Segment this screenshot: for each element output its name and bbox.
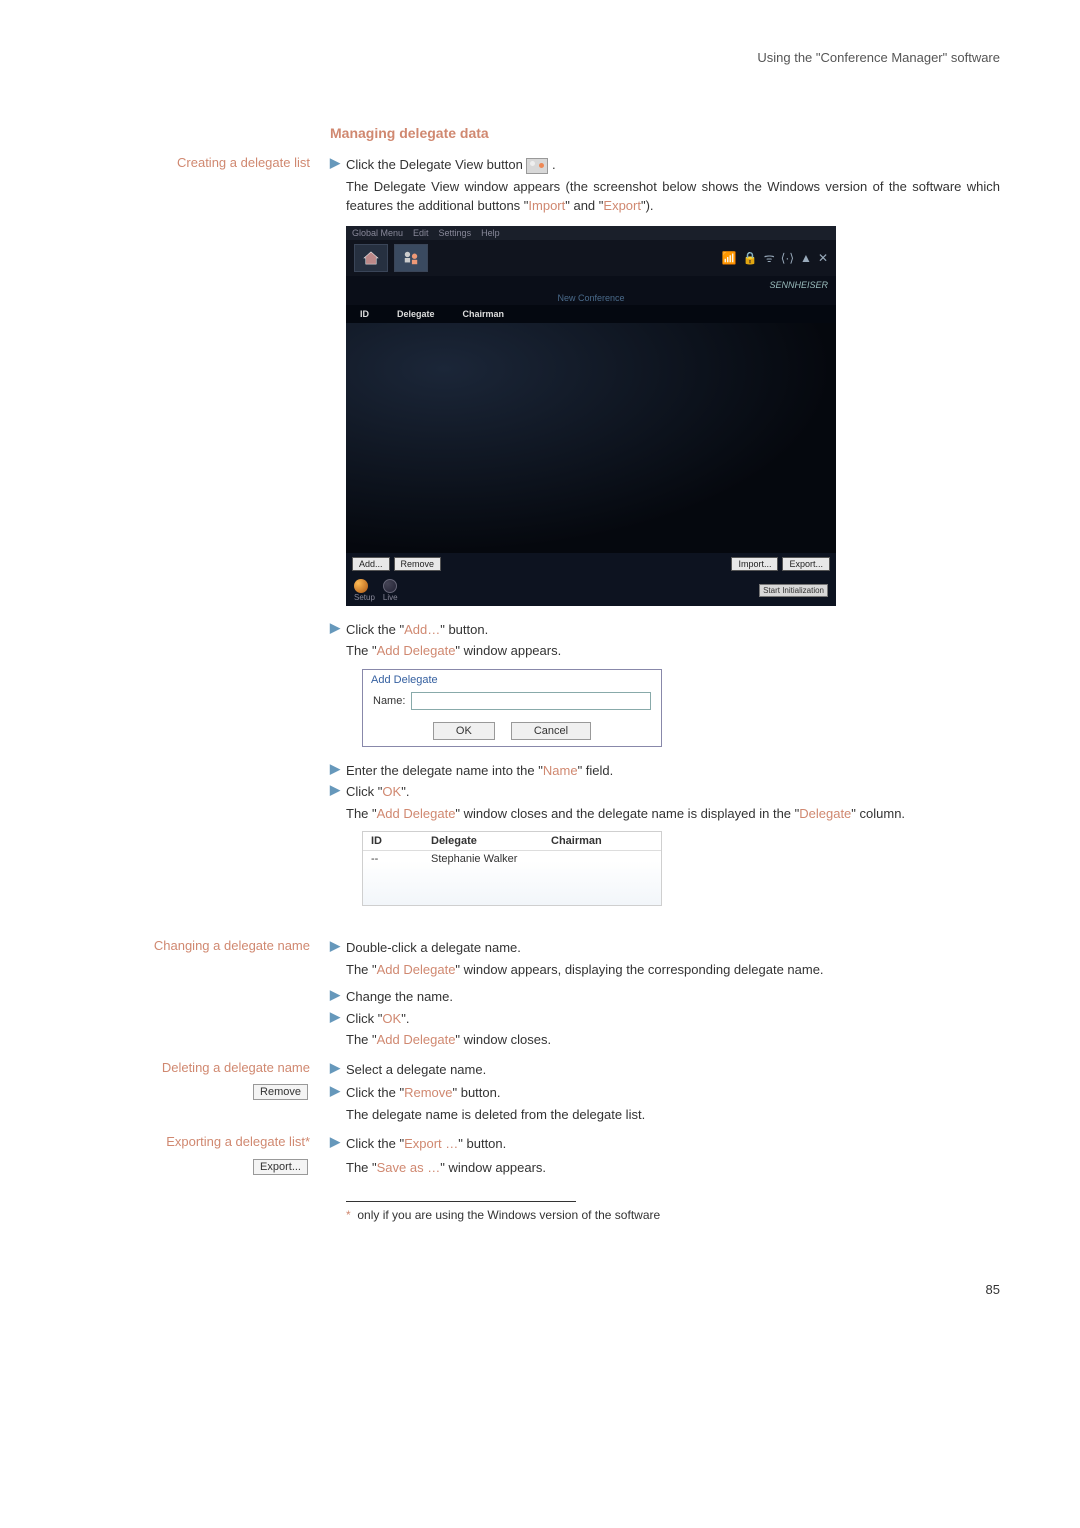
remove-side-button: Remove xyxy=(253,1084,308,1100)
bullet-arrow-icon: ▶ xyxy=(330,620,346,640)
lock-icon[interactable]: 🔒 xyxy=(743,251,758,265)
menu-global[interactable]: Global Menu xyxy=(352,228,403,238)
step-note: The Delegate View window appears (the sc… xyxy=(346,177,1000,216)
bullet-arrow-icon: ▶ xyxy=(330,1009,346,1029)
col-delegate: Delegate xyxy=(383,309,449,319)
bullet-arrow-icon: ▶ xyxy=(330,761,346,781)
step-note: The "Add Delegate" window closes and the… xyxy=(346,804,1000,824)
col-id: ID xyxy=(371,835,431,847)
bullet-arrow-icon: ▶ xyxy=(330,987,346,1007)
brand-logo: SENNHEISER xyxy=(769,280,828,290)
cell-name: Stephanie Walker xyxy=(431,853,551,865)
running-head: Using the "Conference Manager" software xyxy=(60,50,1000,65)
footnote: * only if you are using the Windows vers… xyxy=(346,1208,1000,1222)
step-text: Change the name. xyxy=(346,987,1000,1007)
step-text: Click "OK". xyxy=(346,782,1000,802)
menubar: Global Menu Edit Settings Help xyxy=(346,226,836,240)
footnote-rule xyxy=(346,1201,576,1202)
step-note: The delegate name is deleted from the de… xyxy=(346,1105,1000,1125)
col-chairman: Chairman xyxy=(551,835,602,847)
warning-icon[interactable]: ▲ xyxy=(800,251,812,265)
room-view-button[interactable] xyxy=(354,244,388,272)
step-note: The "Save as …" window appears. xyxy=(346,1158,1000,1178)
expand-icon[interactable]: ⟨·⟩ xyxy=(781,251,794,265)
bullet-arrow-icon: ▶ xyxy=(330,1134,346,1154)
step-note: The "Add Delegate" window closes. xyxy=(346,1030,1000,1050)
side-label-create: Creating a delegate list xyxy=(60,155,330,936)
bullet-arrow-icon: ▶ xyxy=(330,1083,346,1103)
ok-button[interactable]: OK xyxy=(433,722,495,740)
name-field[interactable] xyxy=(411,692,651,710)
bullet-arrow-icon: ▶ xyxy=(330,938,346,958)
setup-mode-icon[interactable] xyxy=(354,579,368,593)
delegate-view-button[interactable] xyxy=(394,244,428,272)
col-id: ID xyxy=(346,309,383,319)
live-mode-icon[interactable] xyxy=(383,579,397,593)
cell-id: -- xyxy=(371,853,431,865)
delegate-view-icon xyxy=(526,158,548,174)
section-heading: Managing delegate data xyxy=(330,125,1000,141)
menu-edit[interactable]: Edit xyxy=(413,228,429,238)
antenna-icon[interactable]: ᯤ xyxy=(764,249,775,266)
start-init-button[interactable]: Start Initialization xyxy=(759,584,828,597)
menu-help[interactable]: Help xyxy=(481,228,500,238)
add-delegate-dialog: Add Delegate Name: OK Cancel xyxy=(362,669,662,747)
add-button[interactable]: Add... xyxy=(352,557,390,571)
column-headers: ID Delegate Chairman xyxy=(346,305,836,323)
bullet-arrow-icon: ▶ xyxy=(330,782,346,802)
bullet-arrow-icon: ▶ xyxy=(330,155,346,175)
step-text: Click the "Remove" button. xyxy=(346,1083,1000,1103)
step-text: Click "OK". xyxy=(346,1009,1000,1029)
remove-button[interactable]: Remove xyxy=(394,557,442,571)
close-icon[interactable]: ✕ xyxy=(818,251,828,265)
delegate-view-screenshot: Global Menu Edit Settings Help xyxy=(346,226,836,606)
side-label-change: Changing a delegate name xyxy=(60,938,330,1058)
export-side-button: Export... xyxy=(253,1159,308,1175)
table-row: -- Stephanie Walker xyxy=(363,851,661,905)
dialog-title: Add Delegate xyxy=(363,670,661,690)
table-body-empty xyxy=(346,323,836,553)
side-label-delete: Deleting a delegate name xyxy=(60,1060,330,1082)
cancel-button[interactable]: Cancel xyxy=(511,722,591,740)
step-note: The "Add Delegate" window appears, displ… xyxy=(346,960,1000,980)
bullet-arrow-icon: ▶ xyxy=(330,1060,346,1080)
setup-label: Setup xyxy=(354,593,375,602)
export-button[interactable]: Export... xyxy=(782,557,830,571)
audio-icon[interactable]: 📶 xyxy=(722,251,737,265)
col-chairman: Chairman xyxy=(449,309,519,319)
step-text: Click the "Add…" button. xyxy=(346,620,1000,640)
menu-settings[interactable]: Settings xyxy=(439,228,472,238)
live-label: Live xyxy=(383,593,398,602)
step-text: Click the "Export …" button. xyxy=(346,1134,1000,1154)
page-number: 85 xyxy=(60,1282,1000,1297)
step-text: Double-click a delegate name. xyxy=(346,938,1000,958)
step-text: Enter the delegate name into the "Name" … xyxy=(346,761,1000,781)
import-button[interactable]: Import... xyxy=(731,557,778,571)
step-text: Click the Delegate View button . xyxy=(346,155,1000,175)
step-note: The "Add Delegate" window appears. xyxy=(346,641,1000,661)
delegate-table-snippet: ID Delegate Chairman -- Stephanie Walker xyxy=(362,831,662,906)
side-label-export: Exporting a delegate list* xyxy=(60,1134,330,1156)
name-label: Name: xyxy=(373,695,405,707)
step-text: Select a delegate name. xyxy=(346,1060,1000,1080)
subhead-tab: New Conference xyxy=(346,291,836,305)
col-delegate: Delegate xyxy=(431,835,551,847)
